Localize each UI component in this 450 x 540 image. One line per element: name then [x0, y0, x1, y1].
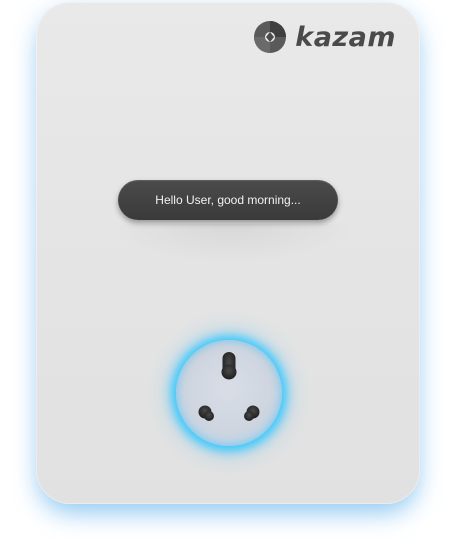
charger-device: kazam Hello User, good morning...	[36, 2, 420, 504]
brand-logo: kazam	[253, 20, 396, 54]
brand-name: kazam	[295, 21, 396, 53]
kazam-logo-mark-icon	[254, 21, 287, 53]
greeting-display: Hello User, good morning...	[118, 180, 338, 220]
display-reflection	[106, 224, 356, 264]
screen: kazam Hello User, good morning...	[0, 0, 450, 540]
power-socket[interactable]	[176, 340, 282, 446]
greeting-message: Hello User, good morning...	[155, 193, 301, 207]
power-socket-icon	[198, 352, 260, 421]
